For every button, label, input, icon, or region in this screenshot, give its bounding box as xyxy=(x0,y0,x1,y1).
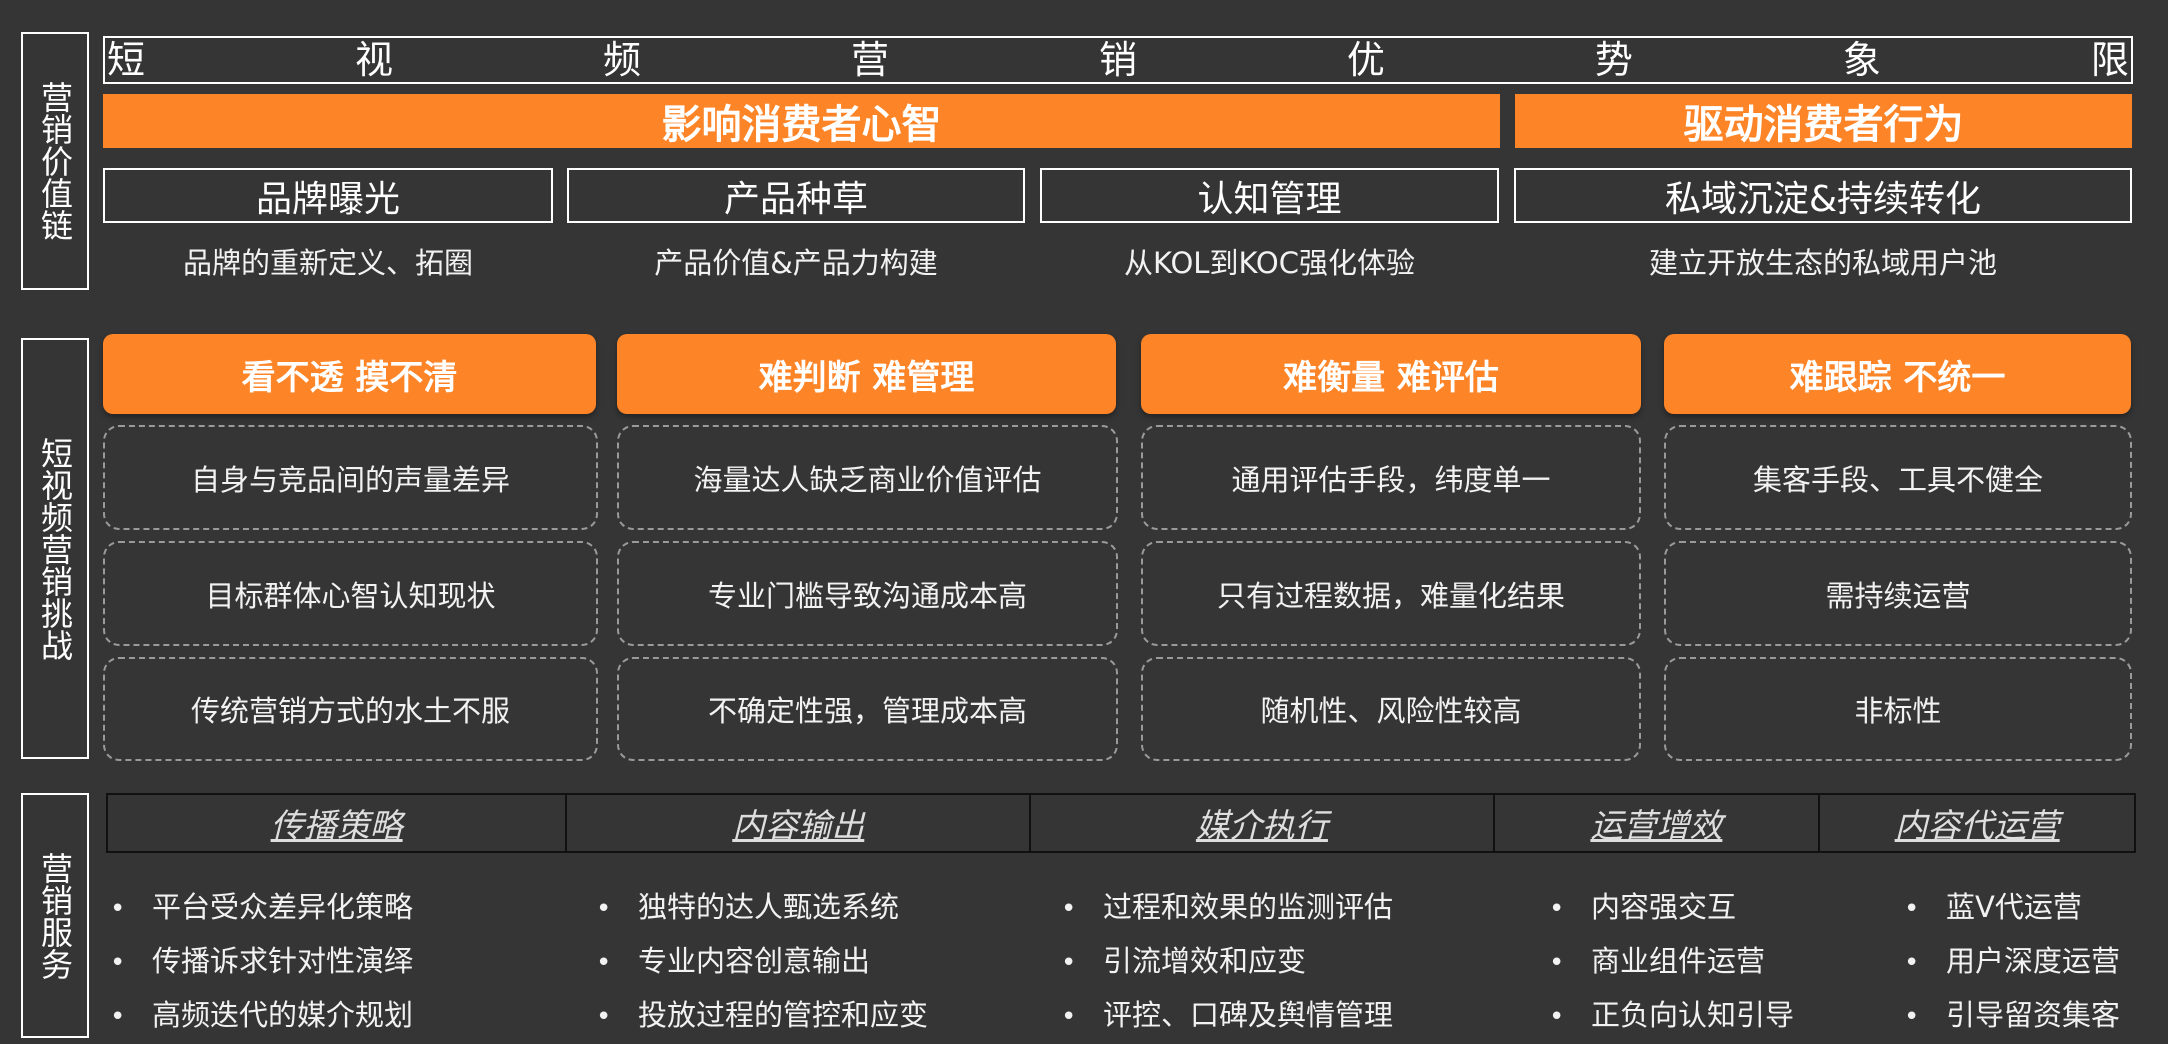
title-char: 视 xyxy=(354,38,393,82)
service-head-content-ops: 内容代运营 xyxy=(1894,806,2060,845)
list-item: • 蓝V代运营 xyxy=(1904,880,2166,934)
title-row: 短 视 频 营 销 优 势 象 限 xyxy=(103,36,2133,84)
band-mind: 影响消费者心智 xyxy=(103,94,1500,148)
list-item: • 引流增效和应变 xyxy=(1061,934,1531,988)
title-char: 短 xyxy=(107,38,146,82)
challenge-cell: 传统营销方式的水土不服 xyxy=(103,657,598,761)
challenge-cell: 海量达人缺乏商业价值评估 xyxy=(617,425,1118,530)
challenge-cell: 目标群体心智认知现状 xyxy=(103,541,598,646)
bullet-icon: • xyxy=(596,948,612,978)
service-list-strategy: • 平台受众差异化策略 • 传播诉求针对性演绎 • 高频迭代的媒介规划 xyxy=(110,880,580,1042)
value-desc: 产品价值&产品力构建 xyxy=(654,246,938,280)
service-list-content: • 独特的达人甄选系统 • 专业内容创意输出 • 投放过程的管控和应变 xyxy=(596,880,1066,1042)
section-label-value-chain-text: 营销价值链 xyxy=(36,81,74,241)
service-list-operation: • 内容强交互 • 商业组件运营 • 正负向认知引导 xyxy=(1549,880,1889,1042)
bullet-icon: • xyxy=(110,1002,126,1032)
service-head-strategy: 传播策略 xyxy=(108,795,568,851)
challenge-cell: 专业门槛导致沟通成本高 xyxy=(617,541,1118,646)
section-label-services-text: 营销服务 xyxy=(36,851,74,980)
title-char: 势 xyxy=(1594,38,1633,82)
service-head-media: 媒介执行 xyxy=(1031,795,1495,851)
bullet-icon: • xyxy=(110,894,126,924)
list-item: • 用户深度运营 xyxy=(1904,934,2166,988)
list-item: • 内容强交互 xyxy=(1549,880,1889,934)
service-head-row: 传播策略 内容输出 媒介执行 运营增效 内容代运营 xyxy=(106,793,2136,853)
bullet-icon: • xyxy=(1549,1002,1565,1032)
challenge-cell: 随机性、风险性较高 xyxy=(1141,657,1641,761)
challenge-cell: 不确定性强，管理成本高 xyxy=(617,657,1118,761)
bullet-icon: • xyxy=(1061,894,1077,924)
bullet-icon: • xyxy=(1904,1002,1920,1032)
list-item: • 专业内容创意输出 xyxy=(596,934,1066,988)
bullet-icon: • xyxy=(1904,894,1920,924)
list-item: • 高频迭代的媒介规划 xyxy=(110,988,580,1042)
bullet-icon: • xyxy=(1061,948,1077,978)
bullet-icon: • xyxy=(1061,1002,1077,1032)
service-list-media: • 过程和效果的监测评估 • 引流增效和应变 • 评控、口碑及舆情管理 xyxy=(1061,880,1531,1042)
service-list-content-ops: • 蓝V代运营 • 用户深度运营 • 引导留资集客 xyxy=(1904,880,2166,1042)
bullet-icon: • xyxy=(1904,948,1920,978)
value-box-cognition-mgmt: 认知管理 xyxy=(1040,168,1499,223)
title-char: 象 xyxy=(1842,38,1881,82)
list-item: • 独特的达人甄选系统 xyxy=(596,880,1066,934)
list-item: • 传播诉求针对性演绎 xyxy=(110,934,580,988)
value-desc: 品牌的重新定义、拓圈 xyxy=(182,246,473,280)
challenge-cell: 自身与竞品间的声量差异 xyxy=(103,425,598,530)
service-head-operation: 运营增效 xyxy=(1495,795,1821,851)
title-char: 限 xyxy=(2090,38,2129,82)
bullet-icon: • xyxy=(596,894,612,924)
bullet-icon: • xyxy=(110,948,126,978)
band-behavior: 驱动消费者行为 xyxy=(1515,94,2132,148)
challenge-head: 看不透 摸不清 xyxy=(103,334,596,414)
value-desc: 建立开放生态的私域用户池 xyxy=(1648,246,1997,280)
title-char: 销 xyxy=(1098,38,1137,82)
section-label-services: 营销服务 xyxy=(21,793,89,1038)
challenge-head: 难衡量 难评估 xyxy=(1141,334,1641,414)
title-char: 优 xyxy=(1346,38,1385,82)
title-char: 营 xyxy=(850,38,889,82)
list-item: • 正负向认知引导 xyxy=(1549,988,1889,1042)
section-label-challenges: 短视频营销挑战 xyxy=(21,338,89,759)
bullet-icon: • xyxy=(1549,894,1565,924)
list-item: • 引导留资集客 xyxy=(1904,988,2166,1042)
value-desc: 从KOL到KOC强化体验 xyxy=(1124,246,1415,280)
list-item: • 商业组件运营 xyxy=(1549,934,1889,988)
value-box-product-seeding: 产品种草 xyxy=(567,168,1025,223)
title-char: 频 xyxy=(602,38,641,82)
bullet-icon: • xyxy=(596,1002,612,1032)
challenge-cell: 非标性 xyxy=(1664,657,2132,761)
value-box-brand-exposure: 品牌曝光 xyxy=(103,168,553,223)
challenge-head: 难判断 难管理 xyxy=(617,334,1116,414)
challenge-head: 难跟踪 不统一 xyxy=(1664,334,2131,414)
section-label-value-chain: 营销价值链 xyxy=(21,32,89,290)
value-box-private-domain: 私域沉淀&持续转化 xyxy=(1514,168,2132,223)
bullet-icon: • xyxy=(1549,948,1565,978)
challenge-cell: 只有过程数据，难量化结果 xyxy=(1141,541,1641,646)
challenge-cell: 通用评估手段，纬度单一 xyxy=(1141,425,1641,530)
challenge-cell: 需持续运营 xyxy=(1664,541,2132,646)
list-item: • 平台受众差异化策略 xyxy=(110,880,580,934)
challenge-cell: 集客手段、工具不健全 xyxy=(1664,425,2132,530)
list-item: • 评控、口碑及舆情管理 xyxy=(1061,988,1531,1042)
service-head-content: 内容输出 xyxy=(567,795,1032,851)
list-item: • 过程和效果的监测评估 xyxy=(1061,880,1531,934)
list-item: • 投放过程的管控和应变 xyxy=(596,988,1066,1042)
section-label-challenges-text: 短视频营销挑战 xyxy=(36,436,74,661)
